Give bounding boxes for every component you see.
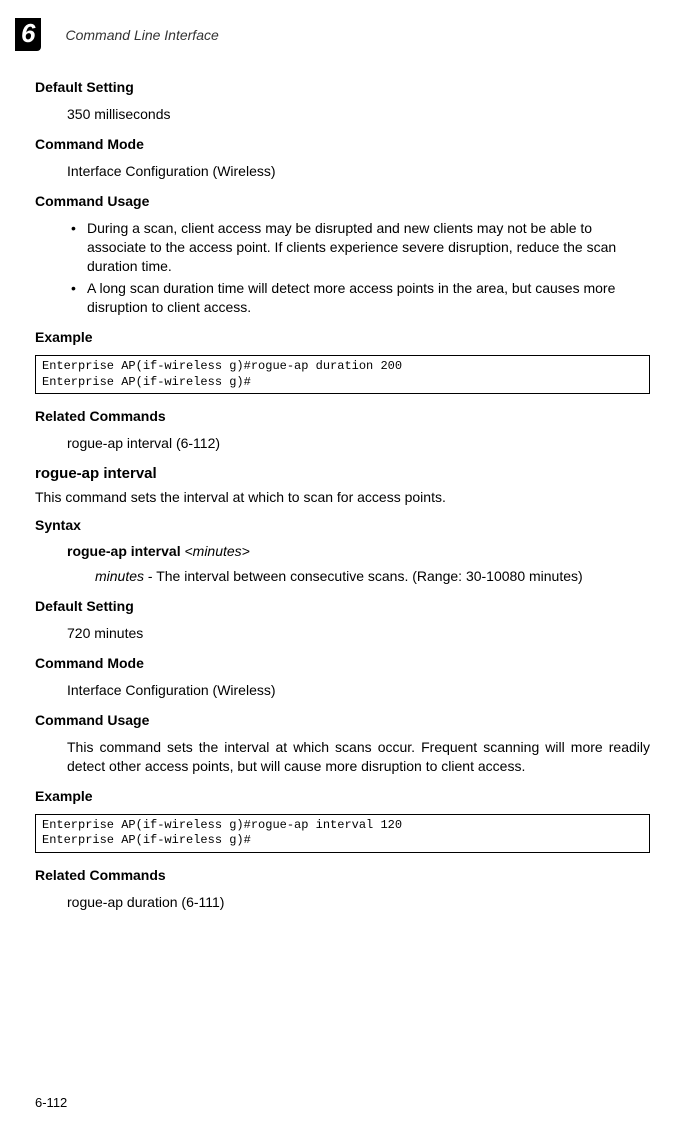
example-heading-2: Example: [35, 788, 650, 804]
syntax-line: rogue-ap interval <minutes>: [67, 543, 650, 559]
command-mode-value-2: Interface Configuration (Wireless): [67, 681, 650, 700]
command-usage-heading-2: Command Usage: [35, 712, 650, 728]
example-code-box-2: Enterprise AP(if-wireless g)#rogue-ap in…: [35, 814, 650, 853]
syntax-param: <minutes>: [184, 543, 249, 559]
related-commands-value: rogue-ap interval (6-112): [67, 434, 650, 453]
syntax-desc-rest: - The interval between consecutive scans…: [144, 568, 583, 584]
command-mode-heading-2: Command Mode: [35, 655, 650, 671]
command-title: rogue-ap interval: [35, 465, 650, 482]
related-commands-heading: Related Commands: [35, 408, 650, 424]
default-setting-value-2: 720 minutes: [67, 624, 650, 643]
usage-bullet-item: A long scan duration time will detect mo…: [67, 279, 650, 317]
usage-bullet-item: During a scan, client access may be disr…: [67, 219, 650, 276]
page-header: 6 Command Line Interface: [35, 18, 650, 51]
default-setting-value: 350 milliseconds: [67, 105, 650, 124]
related-commands-value-2: rogue-ap duration (6-111): [67, 893, 650, 912]
example-heading: Example: [35, 329, 650, 345]
syntax-description: minutes - The interval between consecuti…: [95, 567, 650, 586]
syntax-command: rogue-ap interval: [67, 543, 181, 559]
command-mode-heading: Command Mode: [35, 136, 650, 152]
syntax-desc-param: minutes: [95, 568, 144, 584]
page-number: 6-112: [35, 1095, 67, 1110]
syntax-heading: Syntax: [35, 517, 650, 533]
usage-paragraph: This command sets the interval at which …: [67, 738, 650, 776]
usage-bullet-list: During a scan, client access may be disr…: [67, 219, 650, 317]
related-commands-heading-2: Related Commands: [35, 867, 650, 883]
command-intro: This command sets the interval at which …: [35, 488, 650, 507]
command-usage-heading: Command Usage: [35, 193, 650, 209]
header-title: Command Line Interface: [65, 27, 218, 43]
chapter-badge: 6: [15, 18, 41, 51]
example-code-box: Enterprise AP(if-wireless g)#rogue-ap du…: [35, 355, 650, 394]
command-mode-value: Interface Configuration (Wireless): [67, 162, 650, 181]
default-setting-heading: Default Setting: [35, 79, 650, 95]
default-setting-heading-2: Default Setting: [35, 598, 650, 614]
